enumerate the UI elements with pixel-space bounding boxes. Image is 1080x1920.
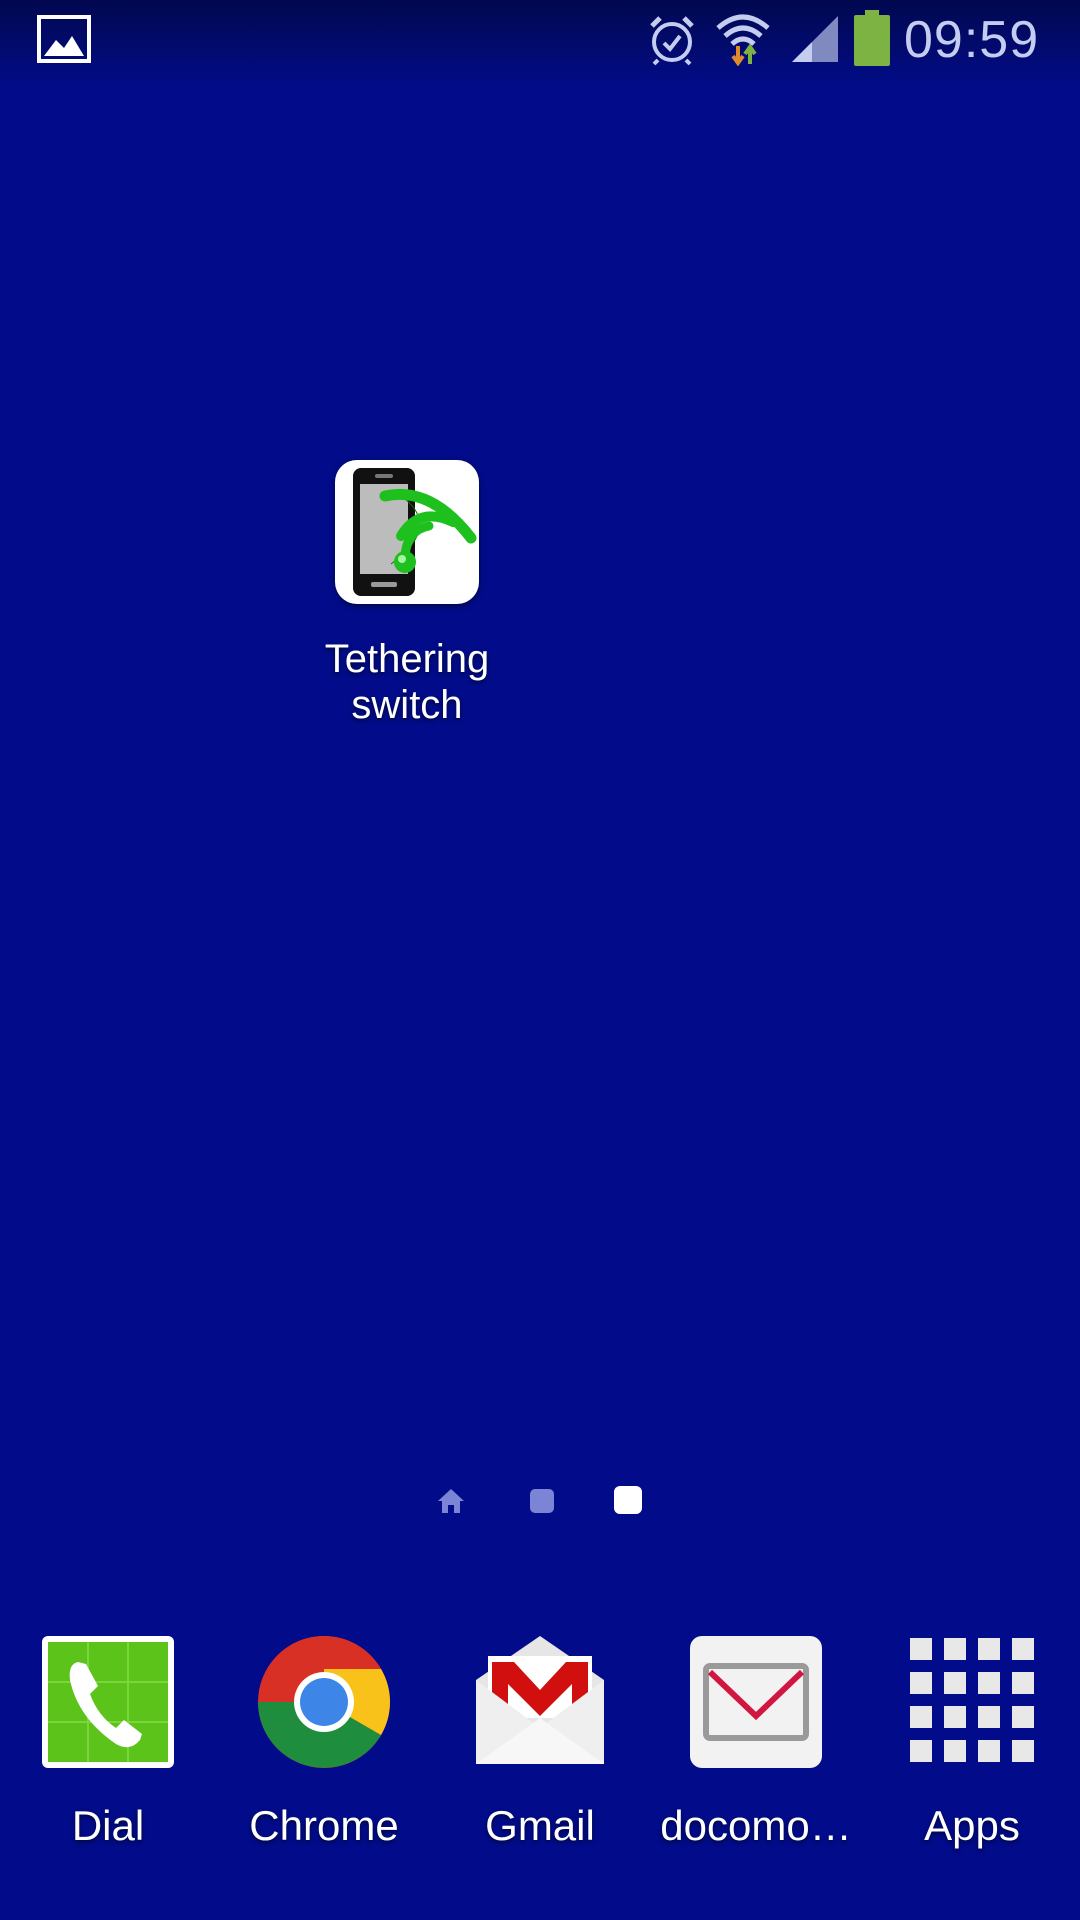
dock-label: docomo… (660, 1802, 852, 1849)
home-screen: 09:59 Tethering switch Dial Chrome Gmail… (0, 0, 1080, 1920)
chrome-icon (258, 1636, 390, 1768)
dock-item-dial[interactable]: Dial (0, 1630, 216, 1860)
home-page-icon[interactable] (436, 1486, 466, 1516)
gmail-icon (476, 1636, 604, 1764)
page-dot-active[interactable] (614, 1486, 642, 1514)
dock-label: Gmail (485, 1802, 595, 1849)
alarm-icon (650, 16, 694, 66)
tethering-icon (335, 460, 479, 604)
wifi-icon (716, 14, 770, 66)
dock-item-docomo-mail[interactable]: docomo… (648, 1630, 864, 1860)
battery-icon (854, 10, 890, 66)
gallery-icon (37, 15, 91, 63)
dock-item-apps[interactable]: Apps (864, 1630, 1080, 1860)
status-bar[interactable]: 09:59 (0, 0, 1080, 78)
tethering-switch-shortcut[interactable]: Tethering switch (300, 460, 514, 740)
dock: Dial Chrome Gmail docomo… Apps (0, 1630, 1080, 1860)
page-indicator[interactable] (430, 1482, 650, 1518)
mail-icon (690, 1636, 822, 1768)
dock-label: Apps (924, 1802, 1020, 1849)
dock-label: Chrome (249, 1802, 399, 1849)
tethering-switch-label: Tethering switch (324, 637, 490, 727)
page-dot[interactable] (530, 1489, 554, 1513)
phone-icon (42, 1636, 174, 1768)
apps-grid-icon (910, 1638, 1034, 1762)
status-time: 09:59 (904, 11, 1040, 69)
dock-label: Dial (71, 1802, 145, 1849)
signal-icon (792, 16, 838, 62)
dock-item-gmail[interactable]: Gmail (432, 1630, 648, 1860)
dock-item-chrome[interactable]: Chrome (216, 1630, 432, 1860)
